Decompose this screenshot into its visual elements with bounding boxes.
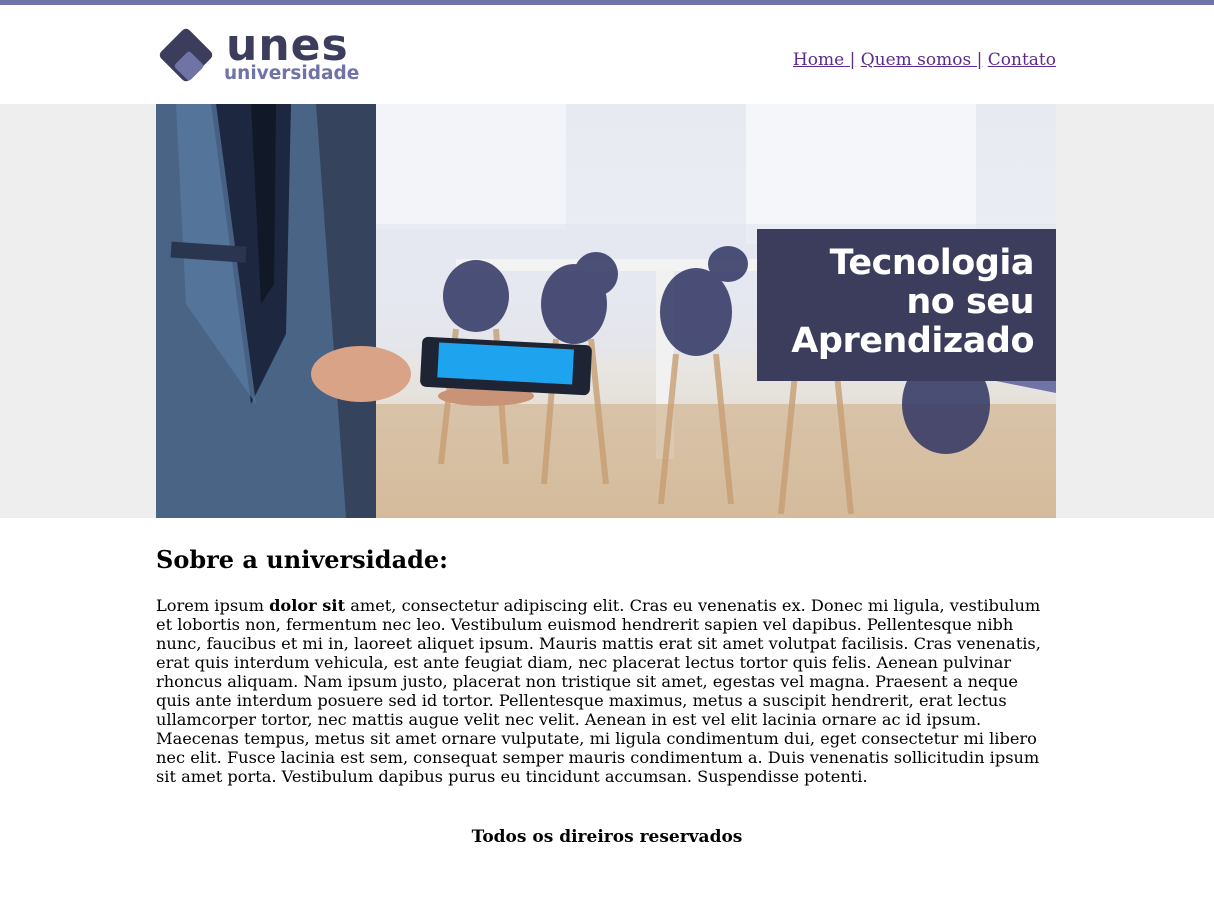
banner-caption-line-1: Tecnologia xyxy=(829,243,1035,283)
logo-subtitle: universidade xyxy=(224,63,360,84)
site-logo[interactable]: unes universidade xyxy=(156,21,370,89)
banner-caption-line-3: Aprendizado xyxy=(791,321,1034,361)
nav-home-link[interactable]: Home | xyxy=(793,50,855,70)
caption-accent-triangle xyxy=(996,381,1056,393)
main-content: Sobre a universidade: Lorem ipsum dolor … xyxy=(156,540,1056,786)
site-header: unes universidade Home | Quem somos | Co… xyxy=(0,5,1214,104)
nav-contato-link[interactable]: Contato xyxy=(988,50,1056,70)
section-heading: Sobre a universidade: xyxy=(156,545,449,574)
logo-diamond-icon xyxy=(159,28,213,82)
banner-caption-line-2: no seu xyxy=(906,282,1034,322)
about-paragraph: Lorem ipsum dolor sit amet, consectetur … xyxy=(156,596,1041,786)
banner-section: Tecnologia no seu Aprendizado xyxy=(0,104,1214,518)
main-nav: Home | Quem somos | Contato xyxy=(793,49,1056,71)
banner-caption-box: Tecnologia no seu Aprendizado xyxy=(757,229,1056,381)
nav-quem-somos-link[interactable]: Quem somos | xyxy=(861,50,983,70)
footer-copyright: Todos os direiros reservados xyxy=(471,827,743,847)
bold-phrase: dolor sit xyxy=(269,596,346,615)
hero-banner-image: Tecnologia no seu Aprendizado xyxy=(156,104,1056,518)
